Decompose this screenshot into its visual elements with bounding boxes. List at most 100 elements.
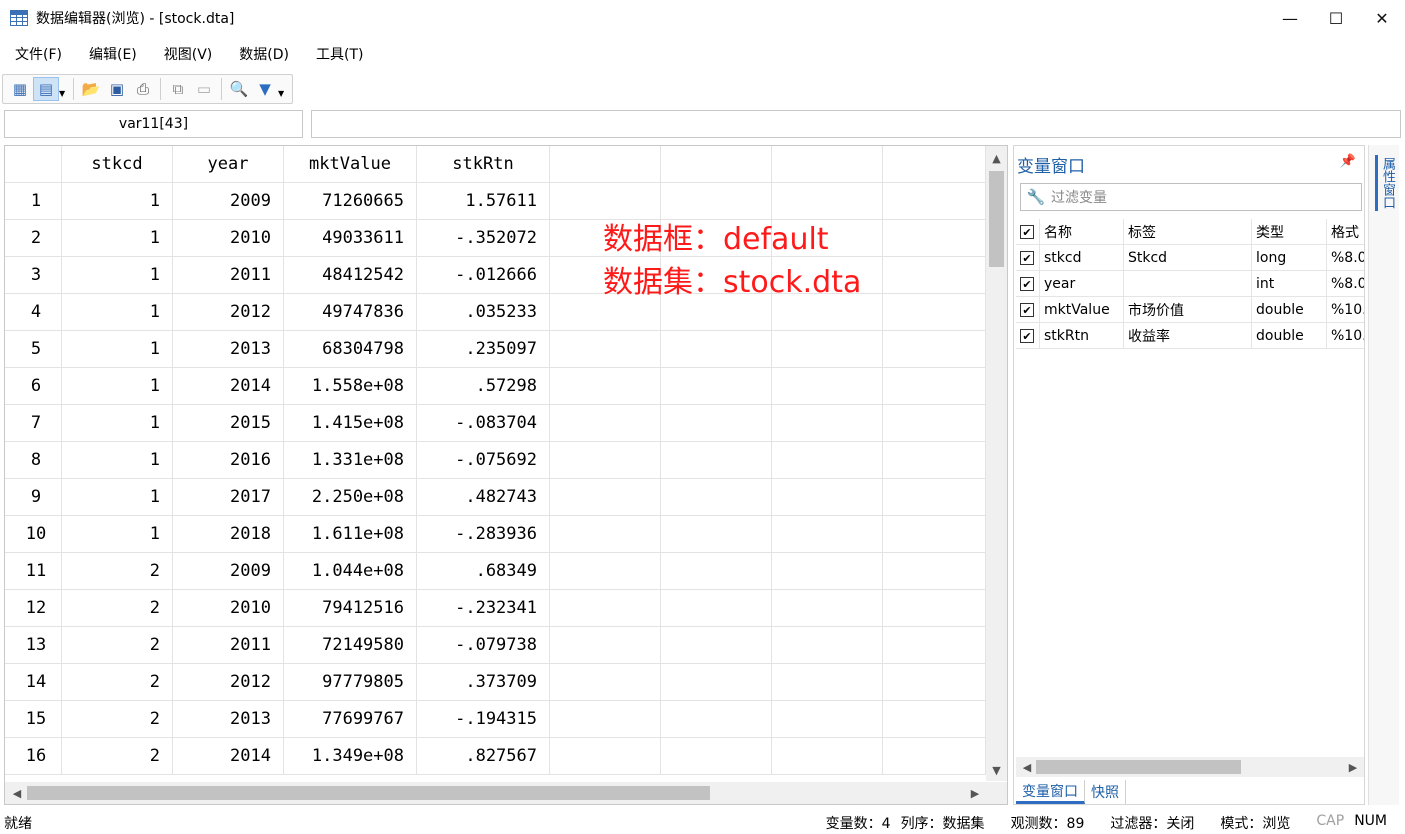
empty-cell[interactable] (661, 590, 772, 627)
checkbox[interactable]: ✔ (1020, 251, 1034, 265)
empty-cell[interactable] (772, 627, 883, 664)
empty-cell[interactable] (883, 701, 986, 738)
data-cell[interactable]: 1.415e+08 (284, 405, 417, 442)
row-header-corner[interactable] (5, 146, 62, 183)
checkbox[interactable]: ✔ (1020, 329, 1034, 343)
data-cell[interactable]: .482743 (417, 479, 550, 516)
copy-icon[interactable]: ⧉ (165, 77, 191, 101)
empty-cell[interactable] (883, 183, 986, 220)
data-cell[interactable]: -.075692 (417, 442, 550, 479)
data-cell[interactable]: 1.349e+08 (284, 738, 417, 775)
data-cell[interactable]: 2017 (173, 479, 284, 516)
empty-cell[interactable] (772, 405, 883, 442)
data-cell[interactable]: 1.57611 (417, 183, 550, 220)
data-cell[interactable]: 1 (62, 183, 173, 220)
empty-cell[interactable] (883, 516, 986, 553)
empty-cell[interactable] (883, 331, 986, 368)
tab-properties[interactable]: 属性窗口 (1375, 155, 1397, 211)
empty-cell[interactable] (661, 405, 772, 442)
row-number[interactable]: 12 (5, 590, 62, 627)
maximize-button[interactable]: ☐ (1313, 0, 1359, 36)
column-header-empty[interactable] (772, 146, 883, 183)
empty-cell[interactable] (772, 516, 883, 553)
empty-cell[interactable] (661, 368, 772, 405)
variables-scroll-thumb[interactable] (1036, 760, 1241, 774)
data-cell[interactable]: 1.044e+08 (284, 553, 417, 590)
row-number[interactable]: 1 (5, 183, 62, 220)
variable-row[interactable]: ✔ stkcd Stkcd long %8.0 (1016, 245, 1364, 271)
data-cell[interactable]: .68349 (417, 553, 550, 590)
empty-cell[interactable] (772, 368, 883, 405)
filter-icon[interactable]: ▼ (252, 77, 278, 101)
data-cell[interactable]: -.079738 (417, 627, 550, 664)
data-cell[interactable]: 1.558e+08 (284, 368, 417, 405)
chevron-right-icon[interactable]: ▶ (965, 782, 985, 804)
empty-cell[interactable] (661, 701, 772, 738)
empty-cell[interactable] (772, 701, 883, 738)
row-number[interactable]: 4 (5, 294, 62, 331)
vertical-scrollbar[interactable]: ▲ ▼ (986, 146, 1007, 781)
horizontal-scrollbar[interactable]: ◀ ▶ (5, 782, 1007, 804)
empty-cell[interactable] (550, 331, 661, 368)
data-cell[interactable]: 2010 (173, 220, 284, 257)
row-number[interactable]: 11 (5, 553, 62, 590)
empty-cell[interactable] (772, 590, 883, 627)
data-cell[interactable]: 1 (62, 442, 173, 479)
vertical-scroll-thumb[interactable] (989, 171, 1004, 267)
column-header-empty[interactable] (883, 146, 986, 183)
data-cell[interactable]: .035233 (417, 294, 550, 331)
data-cell[interactable]: .235097 (417, 331, 550, 368)
cell-value-box[interactable] (311, 110, 1401, 138)
data-cell[interactable]: 2 (62, 738, 173, 775)
row-number[interactable]: 10 (5, 516, 62, 553)
data-cell[interactable]: 68304798 (284, 331, 417, 368)
column-header-empty[interactable] (661, 146, 772, 183)
empty-cell[interactable] (883, 220, 986, 257)
data-cell[interactable]: 1 (62, 368, 173, 405)
data-cell[interactable]: 2009 (173, 183, 284, 220)
edit-mode-icon[interactable]: ▦ (7, 77, 33, 101)
data-cell[interactable]: 79412516 (284, 590, 417, 627)
empty-cell[interactable] (550, 442, 661, 479)
empty-cell[interactable] (550, 664, 661, 701)
data-cell[interactable]: 2013 (173, 331, 284, 368)
chevron-right-icon[interactable]: ▶ (1344, 757, 1362, 777)
data-cell[interactable]: -.194315 (417, 701, 550, 738)
checkbox[interactable]: ✔ (1020, 225, 1034, 239)
empty-cell[interactable] (661, 664, 772, 701)
variable-row[interactable]: ✔ mktValue 市场价值 double %10. (1016, 297, 1364, 323)
data-cell[interactable]: -.283936 (417, 516, 550, 553)
column-header[interactable]: mktValue (284, 146, 417, 183)
row-number[interactable]: 5 (5, 331, 62, 368)
menu-edit[interactable]: 编辑(E) (74, 44, 149, 64)
chevron-down-icon[interactable]: ▼ (986, 760, 1007, 780)
data-cell[interactable]: 2016 (173, 442, 284, 479)
empty-cell[interactable] (550, 368, 661, 405)
chevron-up-icon[interactable]: ▲ (986, 148, 1007, 168)
data-cell[interactable]: 2.250e+08 (284, 479, 417, 516)
empty-cell[interactable] (883, 627, 986, 664)
horizontal-scroll-thumb[interactable] (27, 786, 710, 800)
menu-tools[interactable]: 工具(T) (301, 44, 375, 64)
empty-cell[interactable] (883, 368, 986, 405)
empty-cell[interactable] (550, 701, 661, 738)
chevron-left-icon[interactable]: ◀ (1018, 757, 1036, 777)
data-cell[interactable]: 49747836 (284, 294, 417, 331)
data-cell[interactable]: 2011 (173, 257, 284, 294)
empty-cell[interactable] (661, 442, 772, 479)
empty-cell[interactable] (772, 331, 883, 368)
tab-snapshots[interactable]: 快照 (1085, 780, 1126, 804)
data-cell[interactable]: 2 (62, 701, 173, 738)
tab-variables[interactable]: 变量窗口 (1016, 780, 1085, 804)
chevron-left-icon[interactable]: ◀ (7, 782, 27, 804)
data-cell[interactable]: 49033611 (284, 220, 417, 257)
empty-cell[interactable] (772, 664, 883, 701)
data-cell[interactable]: 72149580 (284, 627, 417, 664)
data-cell[interactable]: 2015 (173, 405, 284, 442)
empty-cell[interactable] (661, 516, 772, 553)
column-header[interactable]: stkcd (62, 146, 173, 183)
paste-icon[interactable]: ▭ (191, 77, 217, 101)
data-cell[interactable]: 2012 (173, 294, 284, 331)
data-cell[interactable]: 1.331e+08 (284, 442, 417, 479)
data-cell[interactable]: 97779805 (284, 664, 417, 701)
